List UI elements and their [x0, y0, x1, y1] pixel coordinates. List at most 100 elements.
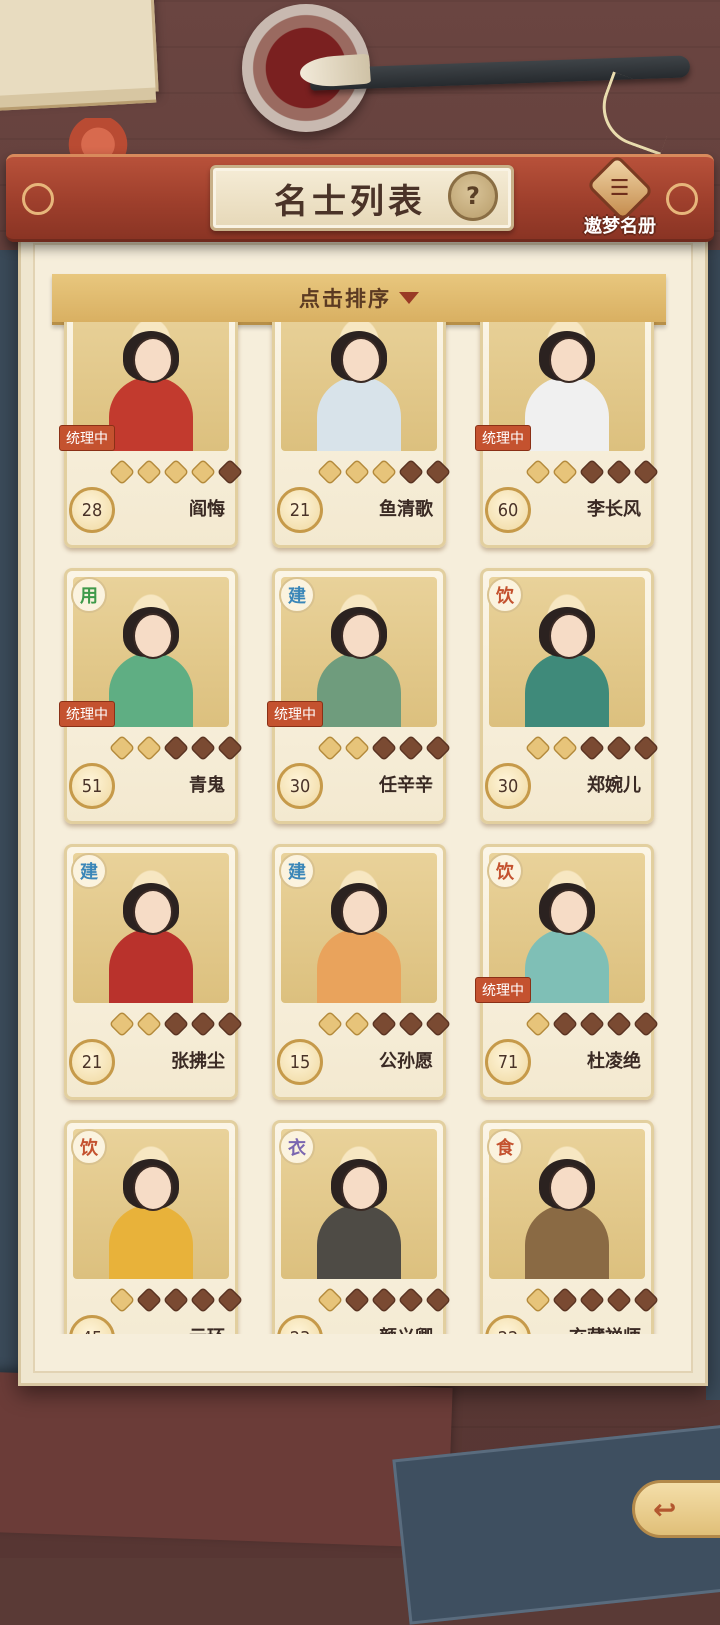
scholar-card[interactable]: 用统理中 51 青鬼 [59, 568, 244, 824]
desk-book-bottom [0, 1372, 453, 1548]
star-filled-icon [108, 1286, 136, 1314]
face [133, 613, 173, 659]
robe [525, 929, 609, 1003]
scholar-card[interactable]: 统理中 28 阎悔 [59, 322, 244, 548]
robe [317, 1205, 401, 1279]
scholar-name: 鱼清歌 [379, 499, 433, 520]
star-empty-icon [632, 1010, 660, 1038]
star-empty-icon [632, 734, 660, 762]
sort-label: 点击排序 [299, 287, 391, 311]
star-empty-icon [632, 1286, 660, 1314]
scholar-figure [109, 607, 193, 727]
level-badge: 60 [485, 487, 531, 533]
status-badge: 统理中 [475, 977, 531, 1003]
level-badge: 30 [277, 763, 323, 809]
rank-stars [108, 734, 244, 762]
rank-stars [316, 734, 452, 762]
rank-stars [108, 1286, 244, 1314]
star-empty-icon [370, 1286, 398, 1314]
scholar-name: 李长风 [587, 499, 641, 520]
rank-stars [316, 458, 452, 486]
star-empty-icon [397, 1286, 425, 1314]
robe [109, 929, 193, 1003]
back-arrow-icon: ↩ [653, 1492, 677, 1526]
star-empty-icon [135, 1286, 163, 1314]
scholar-name: 公孙愿 [379, 1051, 433, 1072]
scholar-card[interactable]: 饮 30 郑婉儿 [480, 568, 660, 824]
scholar-name: 任辛辛 [379, 775, 433, 796]
star-filled-icon [316, 458, 344, 486]
robe [525, 377, 609, 451]
question-icon: ? [466, 182, 480, 210]
scholar-figure [109, 883, 193, 1003]
star-empty-icon [397, 458, 425, 486]
type-badge: 建 [279, 577, 315, 613]
scholar-card[interactable]: 饮统理中 71 杜凌绝 [475, 844, 660, 1100]
star-empty-icon [162, 1286, 190, 1314]
scholar-figure [109, 1159, 193, 1279]
star-filled-icon [108, 1010, 136, 1038]
star-filled-icon [524, 458, 552, 486]
face [549, 1165, 589, 1211]
rank-stars [108, 458, 244, 486]
level-badge: 71 [485, 1039, 531, 1085]
scholar-figure [525, 883, 609, 1003]
star-filled-icon [316, 1010, 344, 1038]
scholar-grid-viewport[interactable]: 统理中 28 阎悔 21 鱼清歌统理中 60 李长风用统理中 51 青鬼建统理中 30 任辛辛 饮 30… [40, 322, 680, 1334]
face [133, 889, 173, 935]
scholar-figure [525, 331, 609, 451]
robe [525, 1205, 609, 1279]
scholar-figure [317, 607, 401, 727]
status-badge: 统理中 [59, 701, 115, 727]
star-empty-icon [189, 734, 217, 762]
back-button[interactable]: ↩ [632, 1480, 720, 1538]
star-empty-icon [605, 734, 633, 762]
star-filled-icon [108, 458, 136, 486]
face [341, 1165, 381, 1211]
star-filled-icon [108, 734, 136, 762]
star-filled-icon [551, 458, 579, 486]
star-empty-icon [397, 1010, 425, 1038]
star-filled-icon [524, 734, 552, 762]
scholar-card[interactable]: 21 鱼清歌 [272, 322, 452, 548]
sort-button[interactable]: 点击排序 [52, 274, 666, 325]
scholar-name: 玄藏禅师 [569, 1323, 641, 1334]
scholar-figure [525, 1159, 609, 1279]
star-empty-icon [578, 458, 606, 486]
star-empty-icon [424, 458, 452, 486]
star-empty-icon [578, 1286, 606, 1314]
triangle-down-icon [399, 292, 419, 304]
scholar-card[interactable]: 建统理中 30 任辛辛 [267, 568, 452, 824]
scholar-card[interactable]: 统理中 60 李长风 [475, 322, 660, 548]
scholar-card[interactable]: 建 21 张拂尘 [64, 844, 244, 1100]
face [133, 337, 173, 383]
scholar-figure [525, 607, 609, 727]
star-filled-icon [135, 458, 163, 486]
scholar-card[interactable]: 建 15 公孙愿 [272, 844, 452, 1100]
page-title: 名士列表 [274, 181, 426, 222]
star-filled-icon [370, 458, 398, 486]
type-badge: 衣 [279, 1129, 315, 1165]
scholar-figure [317, 883, 401, 1003]
type-badge: 饮 [487, 853, 523, 889]
dream-roster-button[interactable]: ☰ 遨梦名册 [580, 154, 660, 238]
scholar-card[interactable]: 饮 45 云环 [64, 1120, 244, 1334]
level-badge: 21 [277, 487, 323, 533]
type-badge: 饮 [71, 1129, 107, 1165]
rank-stars [524, 734, 660, 762]
scholar-card[interactable]: 衣 23 颜义卿 [272, 1120, 452, 1334]
star-empty-icon [424, 1010, 452, 1038]
star-empty-icon [162, 734, 190, 762]
star-empty-icon [424, 734, 452, 762]
face [549, 337, 589, 383]
desk-book-top [0, 0, 159, 101]
level-badge: 28 [69, 487, 115, 533]
level-badge: 45 [69, 1315, 115, 1334]
star-empty-icon [632, 458, 660, 486]
scholar-card[interactable]: 食 22 玄藏禅师 [480, 1120, 660, 1334]
robe [109, 653, 193, 727]
scholar-figure [109, 331, 193, 451]
rank-stars [316, 1010, 452, 1038]
help-button[interactable]: ? [448, 171, 498, 221]
star-filled-icon [316, 734, 344, 762]
